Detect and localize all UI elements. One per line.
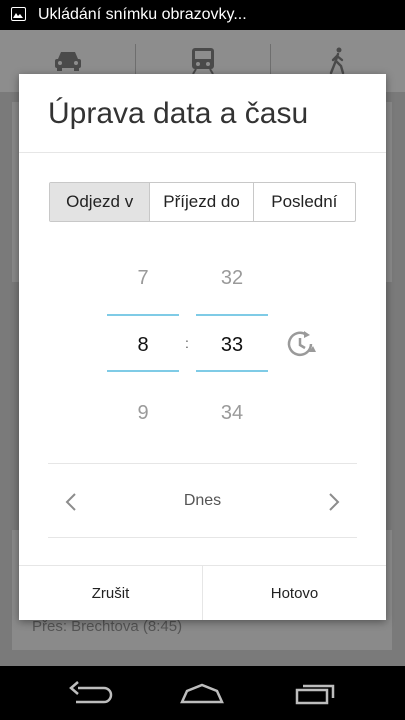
- hour-prev[interactable]: 7: [107, 267, 179, 290]
- minute-bottom-line: [196, 370, 268, 372]
- screenshot-icon: [11, 7, 26, 21]
- minute-top-line: [196, 314, 268, 316]
- dialog-title: Úprava data a času: [48, 97, 309, 130]
- minute-current[interactable]: 33: [196, 334, 268, 357]
- mode-last-button[interactable]: Poslední: [254, 183, 355, 221]
- minute-next[interactable]: 34: [196, 402, 268, 425]
- back-button[interactable]: [60, 676, 120, 710]
- walk-icon: [329, 47, 344, 75]
- done-button[interactable]: Hotovo: [203, 566, 386, 620]
- train-icon: [191, 48, 214, 75]
- status-notification-text: Ukládání snímku obrazovky...: [38, 6, 247, 23]
- navigation-bar: [0, 666, 405, 720]
- mode-arrival-button[interactable]: Příjezd do: [150, 183, 254, 221]
- status-bar: Ukládání snímku obrazovky...: [0, 0, 405, 30]
- background-route-text: Přes: Brechtova (8:45): [32, 618, 183, 635]
- cancel-button[interactable]: Zrušit: [19, 566, 202, 620]
- chevron-right-icon: [329, 493, 340, 511]
- reset-time-icon: [287, 331, 316, 357]
- recents-button[interactable]: [286, 676, 346, 710]
- hour-current[interactable]: 8: [107, 334, 179, 357]
- hour-top-line: [107, 314, 179, 316]
- recents-icon: [295, 684, 335, 705]
- hour-bottom-line: [107, 370, 179, 372]
- mode-selector: Odjezd v Příjezd do Poslední: [49, 182, 356, 222]
- minute-prev[interactable]: 32: [196, 267, 268, 290]
- hour-next[interactable]: 9: [107, 402, 179, 425]
- home-icon: [180, 683, 224, 704]
- next-day-button[interactable]: [319, 487, 349, 517]
- home-button[interactable]: [172, 676, 232, 710]
- reset-time-button[interactable]: [285, 328, 317, 360]
- mode-departure-button[interactable]: Odjezd v: [50, 183, 151, 221]
- back-icon: [69, 681, 113, 704]
- car-icon: [54, 52, 81, 71]
- datetime-dialog: Úprava data a času Odjezd v Příjezd do P…: [19, 74, 386, 620]
- divider: [19, 152, 386, 153]
- divider: [48, 537, 357, 538]
- time-separator: :: [185, 335, 189, 351]
- divider: [48, 463, 357, 464]
